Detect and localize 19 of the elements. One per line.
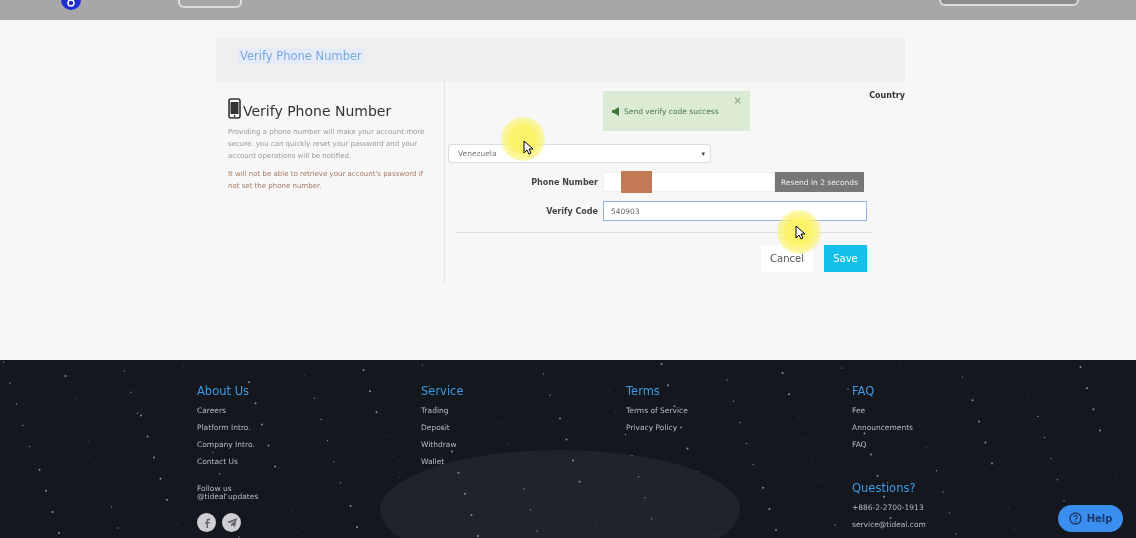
redaction-mark	[621, 171, 652, 193]
footer-heading: FAQ	[852, 384, 875, 398]
card-header-title: Verify Phone Number	[238, 48, 364, 64]
cursor-highlight	[501, 117, 545, 161]
footer-heading: Terms	[626, 384, 660, 398]
megaphone-icon	[611, 106, 621, 116]
footer-heading: About Us	[197, 384, 250, 398]
field-label: Verify Code	[545, 206, 598, 216]
footer-heading: Service	[421, 384, 464, 398]
cursor-icon	[523, 140, 533, 155]
field-label: Phone Number	[530, 177, 598, 187]
cursor-highlight	[777, 210, 821, 254]
footer-heading: Questions?	[852, 481, 916, 495]
cursor-icon	[795, 225, 805, 240]
section-title: Verify Phone Number	[243, 103, 392, 119]
cancel-button[interactable]: Cancel	[761, 245, 813, 272]
phone-icon	[228, 98, 241, 119]
field-label: Country	[869, 91, 905, 100]
help-icon	[1068, 512, 1082, 525]
